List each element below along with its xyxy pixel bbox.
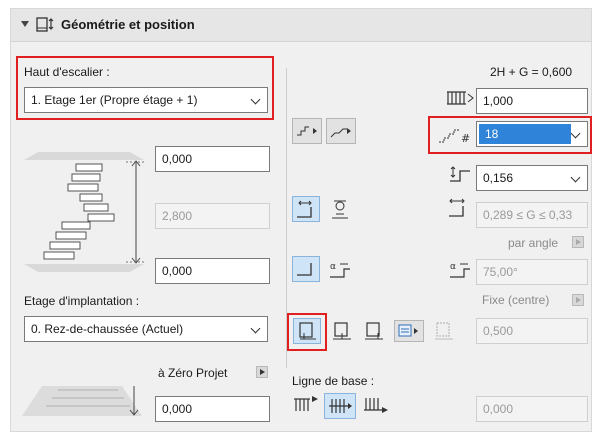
angle-field: 75,00° <box>476 259 588 285</box>
zero-projet-label: à Zéro Projet <box>158 366 228 380</box>
going-alt-icon[interactable] <box>328 198 352 220</box>
riser-height-icon <box>448 164 472 184</box>
haut-select[interactable]: 1. Etage 1er (Propre étage + 1) <box>24 87 268 113</box>
riser-count-value: 18 <box>479 124 571 144</box>
svg-text:α: α <box>450 262 456 272</box>
etage-select[interactable]: 0. Rez-de-chaussée (Actuel) <box>24 316 268 342</box>
stair-geometry-icon <box>35 15 55 35</box>
stair-preview-icon <box>18 150 150 278</box>
riser-count-icon: # <box>437 124 471 144</box>
fixe-centre-button[interactable] <box>572 294 584 306</box>
ligne-base-label: Ligne de base : <box>292 374 375 388</box>
etage-label: Etage d'implantation : <box>24 294 140 308</box>
flight-width-icon <box>446 90 476 106</box>
par-angle-button[interactable] <box>572 236 584 248</box>
bottom-level-field[interactable]: 0,000 <box>155 258 270 284</box>
top-level-field[interactable]: 0,000 <box>155 146 270 172</box>
formula-label: 2H + G = 0,600 <box>490 65 573 79</box>
baseline-field: 0,000 <box>476 396 588 422</box>
position-left-button[interactable] <box>293 318 321 344</box>
svg-text:α: α <box>330 262 336 272</box>
going-mode-button[interactable] <box>292 196 320 222</box>
zero-value-field[interactable]: 0,000 <box>155 396 270 422</box>
height-field: 2,800 <box>155 203 270 229</box>
angle-icon: α <box>448 260 472 280</box>
riser-height-select[interactable]: 0,156 <box>476 165 588 191</box>
position-center-icon[interactable] <box>330 320 354 342</box>
zero-projet-preview-icon <box>18 380 150 420</box>
going-icon <box>446 196 472 218</box>
panel-title: Géométrie et position <box>61 17 195 32</box>
stair-type-button[interactable] <box>292 118 322 144</box>
zero-projet-button[interactable] <box>256 366 268 378</box>
stair-shape-button[interactable] <box>326 118 356 144</box>
baseline-right-icon[interactable] <box>362 396 392 416</box>
baseline-left-icon[interactable] <box>292 396 322 414</box>
panel-header[interactable]: Géométrie et position <box>11 9 591 42</box>
collapse-arrow-icon[interactable] <box>21 21 29 27</box>
going-range-field: 0,289 ≤ G ≤ 0,33 <box>476 202 588 228</box>
flight-width-field[interactable]: 1,000 <box>476 88 588 114</box>
riser-count-select[interactable]: 18 <box>476 121 588 147</box>
angle-mode-icon[interactable]: α <box>328 260 352 280</box>
offset-field: 0,500 <box>476 318 588 344</box>
position-right-icon[interactable] <box>362 320 386 342</box>
haut-label: Haut d'escalier : <box>24 65 110 79</box>
position-custom-icon <box>432 320 456 342</box>
par-angle-label: par angle <box>508 236 559 250</box>
rise-mode-button[interactable] <box>292 256 320 282</box>
fixe-centre-label: Fixe (centre) <box>482 293 550 307</box>
position-menu-button[interactable] <box>394 320 424 342</box>
baseline-center-button[interactable] <box>324 393 356 419</box>
svg-text:#: # <box>461 132 470 144</box>
